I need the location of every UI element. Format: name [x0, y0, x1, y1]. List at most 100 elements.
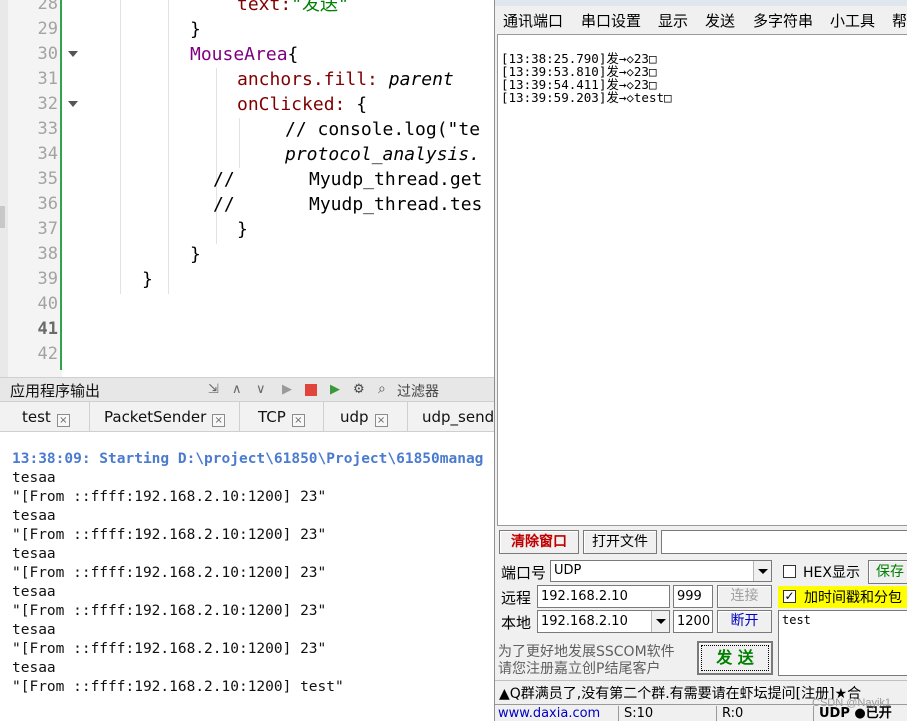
- file-path-input[interactable]: [661, 530, 907, 554]
- chevron-down-icon[interactable]: ∨: [256, 383, 266, 397]
- save-button[interactable]: 保存: [868, 560, 907, 584]
- chevron-down-icon[interactable]: [651, 611, 669, 632]
- local-port-input[interactable]: 1200: [673, 610, 713, 633]
- code-text: MouseArea{: [190, 42, 298, 67]
- stop-icon[interactable]: [305, 384, 317, 396]
- menu-comm-port[interactable]: 通讯端口: [503, 10, 563, 31]
- tab-label: test: [22, 408, 51, 426]
- remote-ip-input[interactable]: 192.168.2.10: [537, 585, 670, 608]
- code-text: //: [213, 194, 235, 215]
- close-icon[interactable]: ×: [291, 414, 305, 427]
- run-icon[interactable]: ▶: [282, 383, 292, 397]
- timestamp-label: 加时间戳和分包: [804, 590, 902, 606]
- fold-arrow-icon[interactable]: [68, 51, 78, 57]
- code-text: protocol_analysis.: [285, 144, 481, 165]
- code-line: 33 // console.log("te: [0, 117, 495, 142]
- line-number: 36: [37, 194, 58, 214]
- code-token: "发送": [291, 0, 349, 15]
- menu-send[interactable]: 发送: [705, 10, 735, 31]
- code-line: 34 protocol_analysis.: [0, 142, 495, 167]
- code-line: 36 // Myudp_thread.tes: [0, 192, 495, 217]
- local-ip-select[interactable]: 192.168.2.10: [537, 610, 670, 633]
- code-token: text:: [237, 0, 292, 15]
- menu-help[interactable]: 帮: [892, 10, 907, 31]
- attach-icon[interactable]: ⇲: [208, 383, 219, 397]
- code-text: onClicked: {: [237, 92, 367, 117]
- close-icon[interactable]: ×: [212, 414, 226, 427]
- clear-window-button[interactable]: 清除窗口: [499, 530, 579, 554]
- hex-display-label: HEX显示: [803, 565, 860, 581]
- line-number: 33: [37, 119, 58, 139]
- code-line-current: 41: [0, 317, 495, 342]
- open-file-button[interactable]: 打开文件: [583, 530, 657, 554]
- code-text: //: [213, 169, 235, 190]
- send-button[interactable]: 发 送: [697, 641, 773, 675]
- output-line: tesaa: [12, 546, 56, 562]
- line-number: 34: [37, 144, 58, 164]
- tab-label: udp: [340, 408, 369, 426]
- debug-run-icon[interactable]: ▶: [330, 383, 340, 397]
- timestamp-checkbox[interactable]: ✓: [783, 590, 796, 603]
- application-output[interactable]: 13:38:09: Starting D:\project\61850\Proj…: [0, 432, 495, 721]
- output-line: "[From ::ffff:192.168.2.10:1200] 23": [12, 641, 327, 657]
- code-line: 35 // Myudp_thread.get: [0, 167, 495, 192]
- line-number: 42: [37, 344, 58, 364]
- tab-label: TCP: [258, 408, 286, 426]
- code-token: {: [345, 94, 368, 115]
- code-editor[interactable]: 28 text:"发送" 29 } 30 MouseArea{ 31 ancho…: [0, 0, 495, 377]
- code-text: }: [190, 244, 201, 265]
- send-text-input[interactable]: test: [778, 610, 907, 676]
- tab-packetsender[interactable]: PacketSender ×: [90, 402, 240, 432]
- filter-input[interactable]: 过滤器: [397, 381, 439, 401]
- code-line: 42: [0, 342, 495, 367]
- output-line: "[From ::ffff:192.168.2.10:1200] 23": [12, 489, 327, 505]
- timestamp-option[interactable]: ✓ 加时间戳和分包: [778, 586, 907, 608]
- status-message[interactable]: ▲Q群满员了,没有第二个群.有需要请在虾坛提问[注册]★合: [499, 683, 861, 703]
- close-icon[interactable]: ×: [374, 414, 388, 427]
- receive-area[interactable]: [13:38:25.790]发→◇23□ [13:39:53.810]发→◇23…: [497, 34, 907, 526]
- output-tabs: test × PacketSender × TCP × udp × udp_send: [0, 402, 495, 432]
- line-number: 32: [37, 94, 58, 114]
- chevron-down-icon[interactable]: [753, 561, 771, 581]
- local-ip-value: 192.168.2.10: [541, 614, 628, 629]
- remote-label: 远程: [501, 589, 532, 607]
- code-text: // console.log("te: [285, 119, 481, 140]
- connect-button[interactable]: 连接: [717, 585, 772, 608]
- tab-udp[interactable]: udp ×: [324, 402, 408, 432]
- output-line: tesaa: [12, 622, 56, 638]
- output-panel-title: 应用程序输出: [10, 382, 101, 400]
- remote-port-input[interactable]: 999: [673, 585, 713, 608]
- website-link[interactable]: www.daxia.com: [495, 706, 619, 721]
- code-token: {: [287, 44, 299, 65]
- port-label: 端口号: [501, 564, 547, 582]
- local-label: 本地: [501, 614, 532, 632]
- menu-multi-string[interactable]: 多字符串: [753, 10, 813, 31]
- menu-display[interactable]: 显示: [658, 10, 688, 31]
- chevron-up-icon[interactable]: ∧: [232, 383, 242, 397]
- output-line: tesaa: [12, 470, 56, 486]
- receive-line: [13:39:59.203]发→◇test□: [501, 90, 672, 105]
- menu-tools[interactable]: 小工具: [830, 10, 875, 31]
- line-number: 37: [37, 219, 58, 239]
- menu-serial-settings[interactable]: 串口设置: [581, 10, 641, 31]
- output-line: tesaa: [12, 660, 56, 676]
- port-select[interactable]: UDP: [550, 560, 772, 582]
- code-line: 28 text:"发送": [0, 0, 495, 17]
- output-panel-toolbar: 应用程序输出 ⇲ ∧ ∨ ▶ ▶ ⚙ ⌕ 过滤器: [0, 377, 495, 402]
- code-line: 37 }: [0, 217, 495, 242]
- gear-icon[interactable]: ⚙: [353, 383, 365, 397]
- close-icon[interactable]: ×: [56, 414, 70, 427]
- output-line: "[From ::ffff:192.168.2.10:1200] 23": [12, 527, 327, 543]
- tab-test[interactable]: test ×: [8, 402, 90, 432]
- tab-tcp[interactable]: TCP ×: [240, 402, 324, 432]
- code-line: 39 }: [0, 267, 495, 292]
- disconnect-button[interactable]: 断开: [717, 610, 772, 633]
- code-token: onClicked:: [237, 94, 346, 115]
- line-number: 31: [37, 69, 58, 89]
- line-number: 38: [37, 244, 58, 264]
- hex-display-checkbox[interactable]: [783, 565, 796, 578]
- tab-label: udp_send: [422, 408, 495, 426]
- tab-udp-send[interactable]: udp_send: [408, 402, 495, 432]
- fold-arrow-icon[interactable]: [68, 101, 78, 107]
- port-value: UDP: [554, 563, 582, 578]
